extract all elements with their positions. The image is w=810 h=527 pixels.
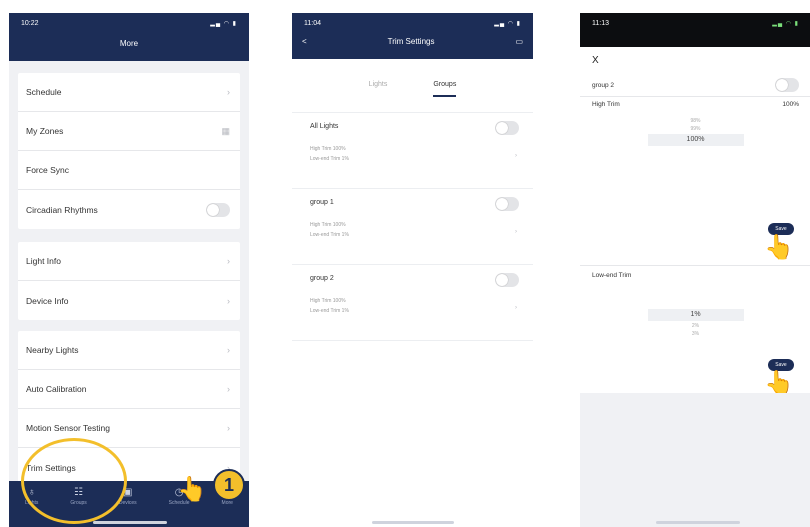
low-trim-text: Low-end Trim 1% (310, 156, 349, 162)
chevron-right-icon: › (227, 256, 230, 266)
tab-lights[interactable]: Lights (369, 81, 388, 112)
status-bar: 11:13 ▂▄ ◠ ▮ (580, 13, 810, 33)
chevron-right-icon: › (227, 423, 230, 433)
circadian-toggle[interactable] (206, 202, 230, 217)
phone-group-trim-sheet: 11:13 ▂▄ ◠ ▮ X group 2 High Trim 100% 98… (580, 13, 810, 527)
chevron-right-icon: › (227, 87, 230, 97)
signal-wifi-battery-icon: ▂▄ ◠ ▮ (210, 20, 237, 27)
row-light-info[interactable]: Light Info › (18, 242, 240, 281)
group-toggle[interactable] (775, 78, 799, 92)
high-trim-text: High Trim 100% (310, 146, 346, 152)
chevron-right-icon: › (227, 295, 230, 306)
tap-hand-icon: 👆 (764, 234, 794, 261)
picker-option: 98% (690, 118, 701, 124)
home-indicator (372, 521, 454, 524)
row-label: My Zones (26, 126, 64, 136)
row-nearby-lights[interactable]: Nearby Lights › (18, 331, 240, 370)
chevron-right-icon: › (515, 153, 517, 159)
signal-wifi-battery-icon: ▂▄ ◠ ▮ (494, 20, 521, 27)
group-name: group 2 (592, 81, 615, 89)
row-label: Light Info (26, 256, 61, 266)
status-time: 11:13 (592, 19, 609, 27)
high-trim-text: High Trim 100% (310, 222, 346, 228)
highlight-circle (21, 438, 127, 524)
low-trim-text: Low-end Trim 1% (310, 232, 349, 238)
grid-icon: ▦ (221, 125, 230, 136)
row-label: Device Info (26, 295, 69, 306)
chevron-right-icon: › (515, 229, 517, 235)
low-trim-text: Low-end Trim 1% (310, 308, 349, 314)
group-toggle[interactable] (495, 197, 519, 211)
high-trim-value: 100% (782, 100, 799, 108)
picker-option: 2% (691, 323, 700, 329)
group-name: group 1 (310, 199, 334, 206)
trim-header: 11:04 ▂▄ ◠ ▮ < Trim Settings ▭ (292, 13, 533, 59)
group-row-all-lights[interactable]: All Lights High Trim 100% Low-end Trim 1… (292, 113, 533, 189)
copy-icon[interactable]: ▭ (515, 37, 523, 46)
chevron-right-icon: › (227, 345, 230, 355)
more-header: 10:22 ▂▄ ◠ ▮ More (9, 13, 249, 61)
close-button[interactable]: X (580, 47, 810, 74)
low-trim-picker[interactable]: 1% 2% 3% (580, 308, 810, 338)
high-trim-picker[interactable]: 98% 99% 100% (580, 117, 810, 147)
row-label: Force Sync (26, 165, 69, 175)
picker-option: 3% (691, 331, 700, 337)
tap-hand-icon: 👆 (177, 476, 207, 503)
tab-groups[interactable]: Groups (433, 81, 457, 97)
row-label: Circadian Rhythms (26, 204, 98, 215)
status-time: 10:22 (21, 19, 39, 27)
group-name-row: group 2 (580, 74, 810, 96)
segment-tabs: Lights Groups (292, 59, 533, 113)
trim-sheet: X group 2 High Trim 100% 98% 99% 100% Sa… (580, 47, 810, 527)
group-name: group 2 (310, 275, 334, 282)
status-time: 11:04 (304, 19, 321, 27)
chevron-right-icon: › (515, 305, 517, 311)
page-title: More (119, 39, 139, 48)
row-label: Auto Calibration (26, 384, 87, 394)
home-indicator (93, 521, 167, 524)
chevron-right-icon: › (227, 384, 230, 394)
picker-option: 99% (690, 126, 701, 132)
phone-trim-settings-screen: 11:04 ▂▄ ◠ ▮ < Trim Settings ▭ Lights Gr… (292, 13, 533, 527)
nav-row: < Trim Settings ▭ (292, 33, 533, 46)
signal-wifi-battery-icon: ▂▄ ◠ ▮ (772, 20, 799, 27)
step-badge: 1 (213, 469, 245, 501)
row-circadian: Circadian Rhythms (18, 190, 240, 229)
row-schedule[interactable]: Schedule › (18, 73, 240, 112)
group-toggle[interactable] (495, 121, 519, 135)
row-auto-calibration[interactable]: Auto Calibration › (18, 370, 240, 409)
group-name: All Lights (310, 123, 339, 130)
tab-label: Devices (118, 500, 137, 506)
back-button[interactable]: < (302, 37, 307, 46)
group-toggle[interactable] (495, 273, 519, 287)
high-trim-text: High Trim 100% (310, 298, 346, 304)
page-title: Trim Settings (387, 37, 435, 46)
settings-group-1: Schedule › My Zones ▦ Force Sync Circadian… (18, 73, 240, 229)
row-label: Nearby Lights (26, 345, 79, 355)
group-row-group-1[interactable]: group 1 High Trim 100% Low-end Trim 1% › (292, 189, 533, 265)
high-trim-row: High Trim 100% (580, 97, 810, 111)
group-row-group-2[interactable]: group 2 High Trim 100% Low-end Trim 1% › (292, 265, 533, 341)
low-trim-section: Low-end Trim 1% 2% 3% (580, 265, 810, 338)
home-indicator (656, 521, 740, 524)
status-bar: 11:04 ▂▄ ◠ ▮ (292, 13, 533, 33)
row-label: Motion Sensor Testing (26, 423, 110, 433)
picker-selected: 1% (647, 309, 744, 321)
low-trim-row: Low-end Trim (580, 266, 810, 284)
picker-selected: 100% (647, 134, 744, 146)
row-my-zones[interactable]: My Zones ▦ (18, 112, 240, 151)
high-trim-label: High Trim (592, 100, 620, 108)
phone-more-screen: 10:22 ▂▄ ◠ ▮ More Schedule › My Zones ▦ Fo… (9, 13, 249, 527)
top-bar: 11:13 ▂▄ ◠ ▮ (580, 13, 810, 47)
row-label: Schedule (26, 87, 62, 97)
low-trim-label: Low-end Trim (592, 271, 632, 279)
sheet-bottom-area (580, 393, 810, 527)
status-bar: 10:22 ▂▄ ◠ ▮ (9, 13, 249, 33)
row-device-info[interactable]: Device Info › (18, 281, 240, 320)
settings-group-2: Light Info › Device Info › (18, 242, 240, 320)
row-force-sync[interactable]: Force Sync (18, 151, 240, 190)
